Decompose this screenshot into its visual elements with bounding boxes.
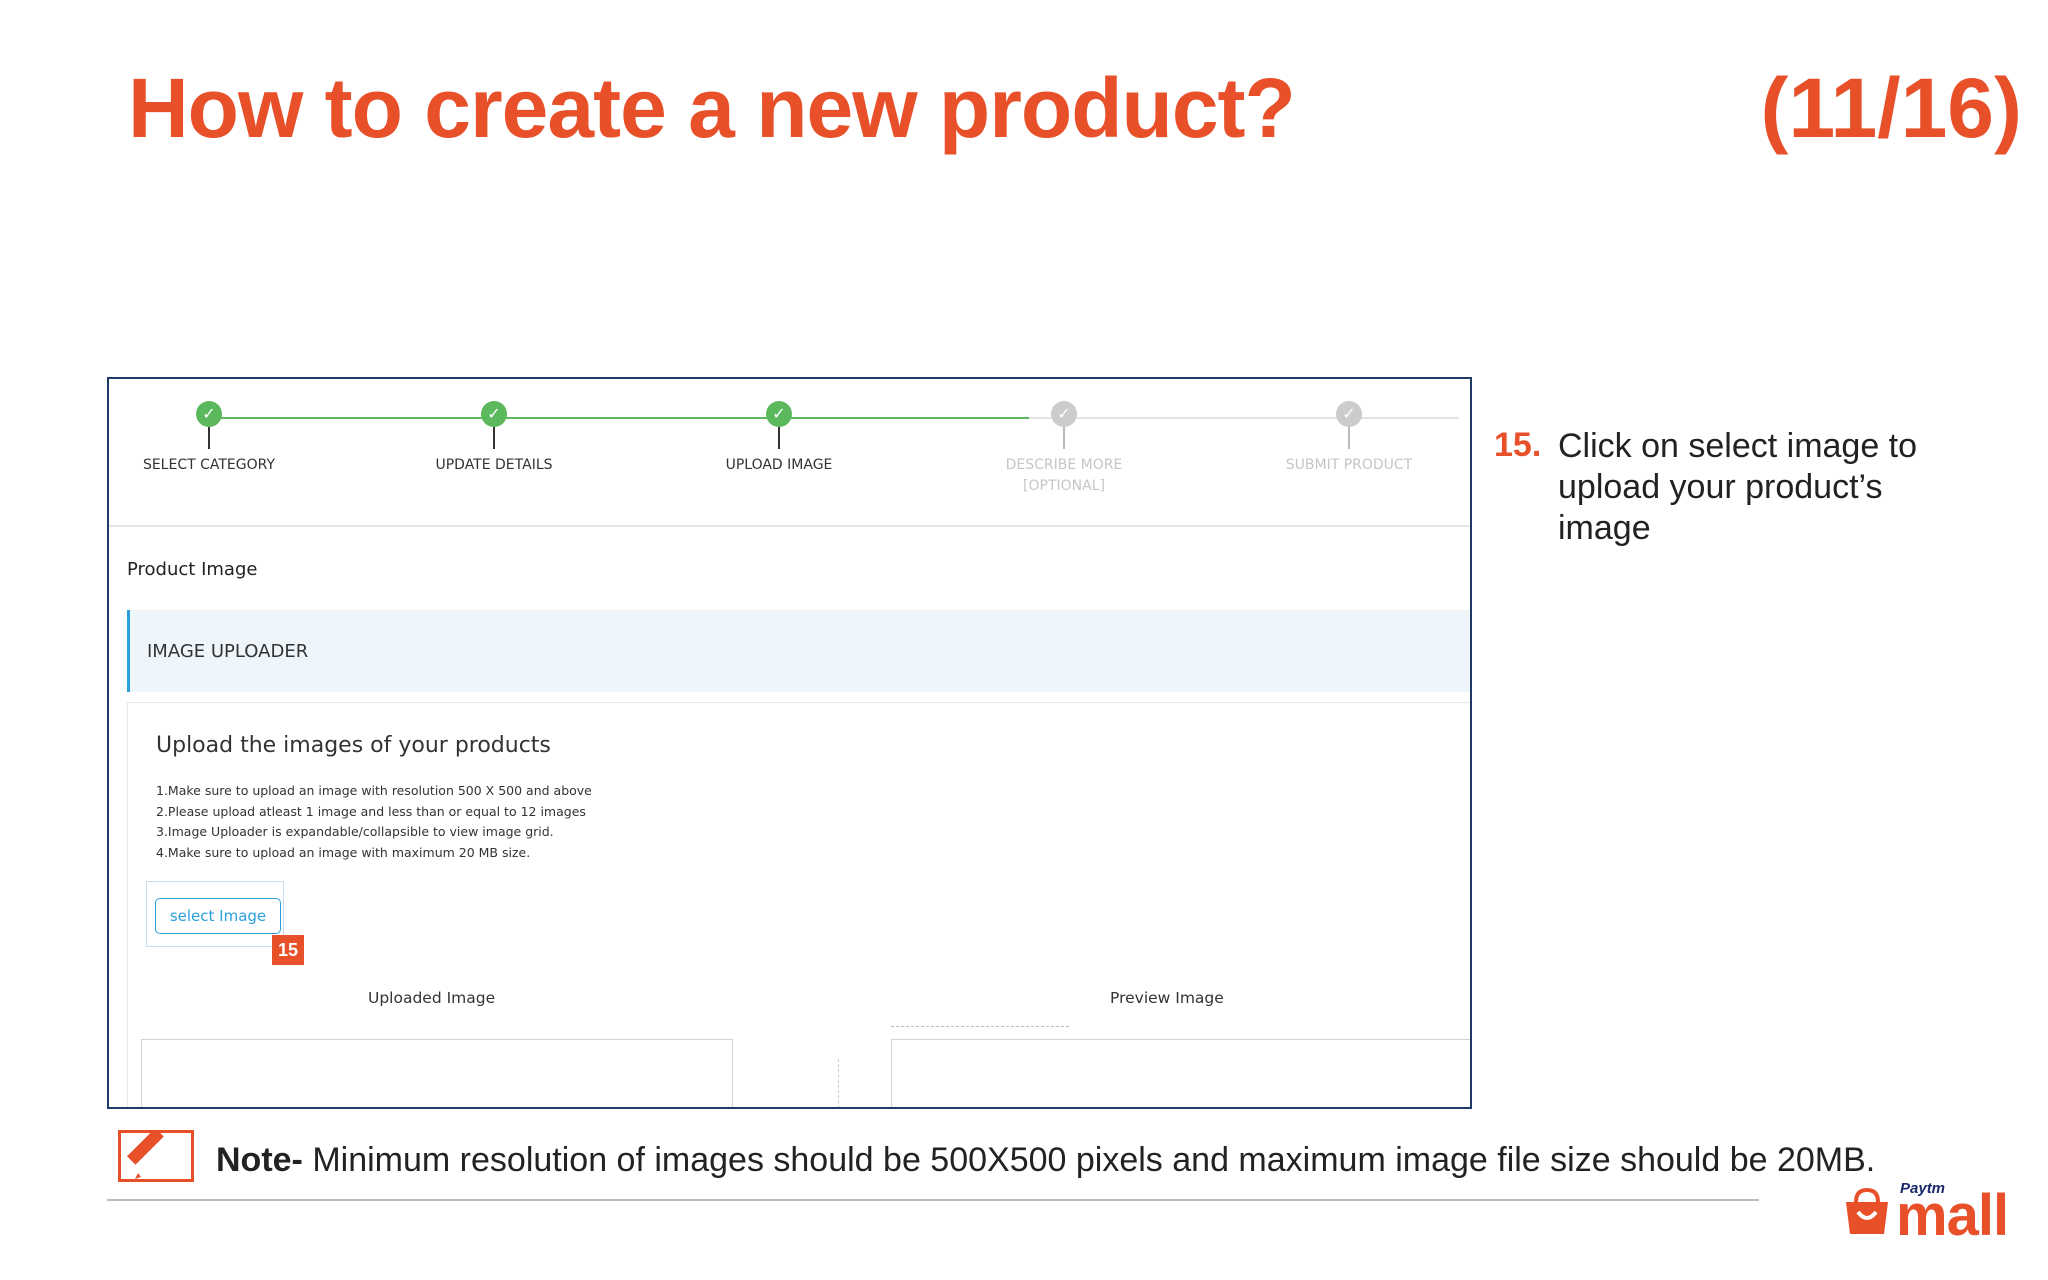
check-icon: ✓ xyxy=(1051,401,1077,427)
step-label: DESCRIBE MORE xyxy=(1005,457,1123,473)
uploaded-image-label: Uploaded Image xyxy=(368,989,496,1007)
divider xyxy=(107,1199,1759,1201)
step-stem xyxy=(1348,427,1350,449)
check-icon: ✓ xyxy=(196,401,222,427)
shopping-bag-icon xyxy=(1846,1187,1888,1234)
uploaded-image-area[interactable] xyxy=(141,1039,733,1107)
divider xyxy=(838,1059,839,1107)
note-text: Minimum resolution of images should be 5… xyxy=(302,1141,1876,1179)
brand-large: mall xyxy=(1896,1183,2009,1248)
rule-item: 1.Make sure to upload an image with reso… xyxy=(156,783,592,798)
step-submit-product[interactable]: ✓ SUBMIT PRODUCT xyxy=(1249,401,1449,476)
note: Note- Minimum resolution of images shoul… xyxy=(216,1141,1875,1180)
step-update-details[interactable]: ✓ UPDATE DETAILS xyxy=(394,401,594,476)
rule-item: 3.Image Uploader is expandable/collapsib… xyxy=(156,824,554,839)
section-title: Product Image xyxy=(127,559,258,580)
uploader-panel: Upload the images of your products 1.Mak… xyxy=(127,702,1470,1107)
select-image-highlight: select Image xyxy=(146,881,284,947)
check-icon: ✓ xyxy=(1336,401,1362,427)
instruction-number: 15. xyxy=(1494,426,1542,464)
instruction-text: Click on select image to upload your pro… xyxy=(1558,427,1918,547)
step-select-category[interactable]: ✓ SELECT CATEGORY xyxy=(109,401,309,476)
check-icon: ✓ xyxy=(766,401,792,427)
check-icon: ✓ xyxy=(481,401,507,427)
step-connector-done xyxy=(209,417,1029,419)
step-label: UPLOAD IMAGE xyxy=(725,457,833,473)
step-stem xyxy=(778,427,780,449)
upload-heading: Upload the images of your products xyxy=(156,733,551,758)
preview-image-area xyxy=(891,1039,1470,1107)
select-image-button[interactable]: select Image xyxy=(155,898,281,934)
step-badge: 15 xyxy=(272,935,304,965)
slide-counter: (11/16) xyxy=(1760,61,2022,155)
upload-rules: 1.Make sure to upload an image with reso… xyxy=(156,781,592,863)
preview-image-label: Preview Image xyxy=(1110,989,1224,1007)
step-describe-more[interactable]: ✓ DESCRIBE MORE [OPTIONAL] xyxy=(964,401,1164,497)
slide-title: How to create a new product? xyxy=(128,61,1296,155)
step-label: UPDATE DETAILS xyxy=(435,457,553,473)
portal-screenshot: ✓ SELECT CATEGORY ✓ UPDATE DETAILS ✓ UPL… xyxy=(107,377,1472,1109)
rule-item: 4.Make sure to upload an image with maxi… xyxy=(156,844,531,860)
pencil-note-icon xyxy=(118,1128,194,1182)
step-label: SUBMIT PRODUCT xyxy=(1285,457,1413,473)
paytm-mall-logo: Paytm mall xyxy=(1842,1176,2042,1256)
rule-item: 2.Please upload atleast 1 image and less… xyxy=(156,803,586,819)
step-sublabel: [OPTIONAL] xyxy=(1023,478,1105,494)
step-stem xyxy=(1063,427,1065,449)
step-stem xyxy=(208,427,210,449)
step-stem xyxy=(493,427,495,449)
step-upload-image[interactable]: ✓ UPLOAD IMAGE xyxy=(679,401,879,476)
step-label: SELECT CATEGORY xyxy=(142,457,276,473)
divider xyxy=(891,1026,1069,1027)
note-prefix: Note- xyxy=(216,1141,303,1179)
progress-stepper: ✓ SELECT CATEGORY ✓ UPDATE DETAILS ✓ UPL… xyxy=(109,379,1470,527)
image-uploader-accordion[interactable]: IMAGE UPLOADER xyxy=(127,610,1470,692)
